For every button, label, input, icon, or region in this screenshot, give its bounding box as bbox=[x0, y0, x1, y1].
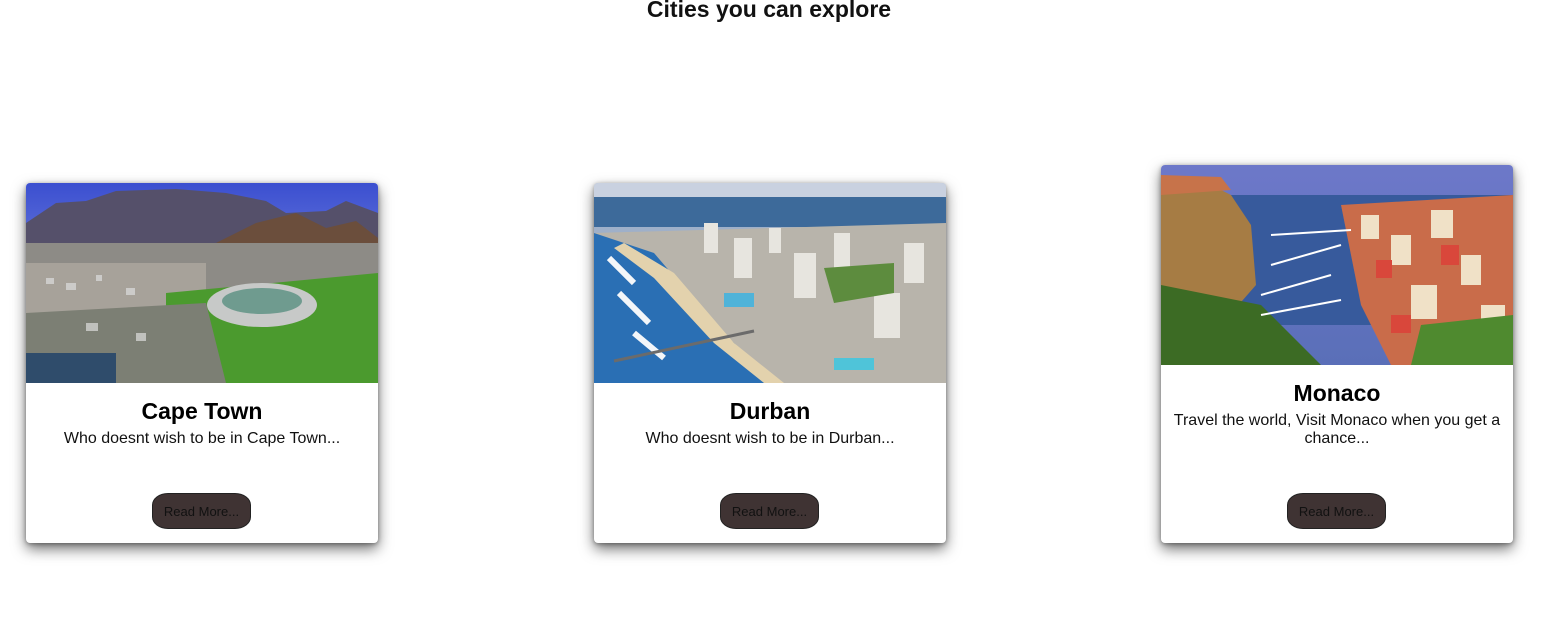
card-title: Monaco bbox=[1293, 380, 1381, 406]
read-more-button[interactable]: Read More... bbox=[1287, 493, 1386, 529]
durban-image bbox=[594, 183, 946, 383]
card-title: Durban bbox=[729, 398, 811, 424]
monaco-image bbox=[1161, 165, 1513, 365]
page-title: Cities you can explore bbox=[646, 0, 892, 22]
card-description: Travel the world, Visit Monaco when you … bbox=[1173, 412, 1501, 447]
read-more-button[interactable]: Read More... bbox=[152, 493, 251, 529]
read-more-button[interactable]: Read More... bbox=[720, 493, 819, 529]
cape-town-image bbox=[26, 183, 378, 383]
city-card-cape-town: Cape Town Who doesnt wish to be in Cape … bbox=[26, 183, 378, 543]
city-card-monaco: Monaco Travel the world, Visit Monaco wh… bbox=[1161, 165, 1513, 543]
card-description: Who doesnt wish to be in Cape Town... bbox=[63, 430, 341, 447]
city-card-durban: Durban Who doesnt wish to be in Durban..… bbox=[594, 183, 946, 543]
card-description: Who doesnt wish to be in Durban... bbox=[645, 430, 895, 447]
card-title: Cape Town bbox=[141, 398, 263, 424]
